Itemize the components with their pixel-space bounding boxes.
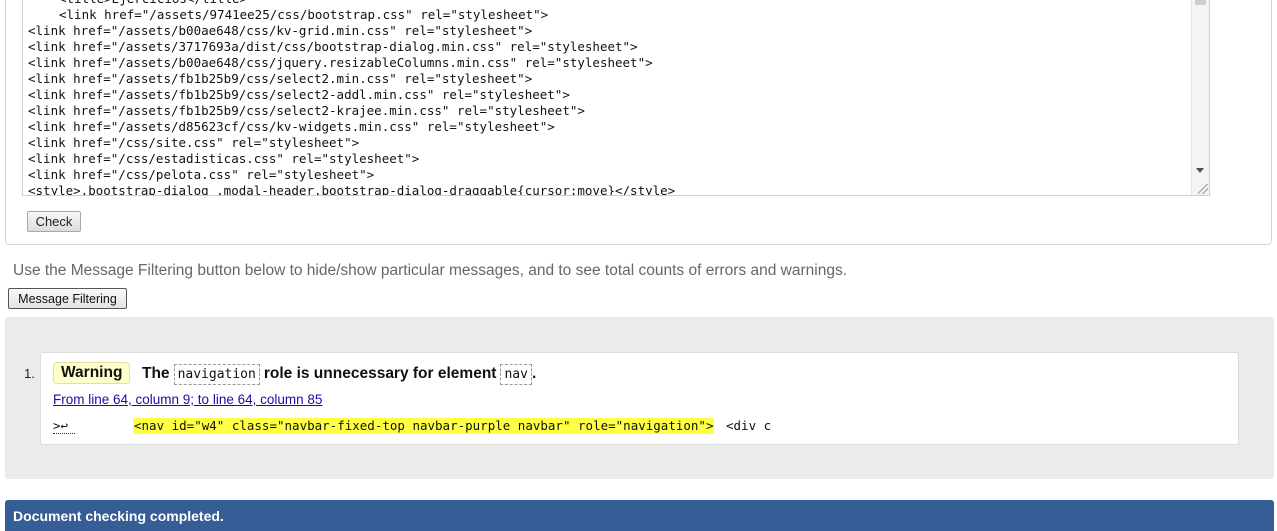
status-text: Document checking completed. — [13, 507, 224, 524]
check-button[interactable]: Check — [27, 211, 81, 232]
status-bar: Document checking completed. — [5, 500, 1274, 531]
source-line: <link href="/assets/9741ee25/css/bootstr… — [59, 7, 549, 22]
source-line: <link href="/assets/fb1b25b9/css/select2… — [28, 103, 585, 118]
code-element-token: nav — [500, 363, 532, 385]
location-link[interactable]: From line 64, column 9; to line 64, colu… — [53, 392, 322, 407]
message-text-suffix: . — [531, 365, 537, 382]
filter-help-text: Use the Message Filtering button below t… — [13, 262, 848, 279]
source-line: <link href="/css/pelota.css" rel="styles… — [28, 167, 375, 182]
message-text-middle: role is unnecessary for element — [263, 365, 497, 382]
scroll-down-arrow-icon[interactable] — [1196, 168, 1204, 173]
warning-badge: Warning — [53, 362, 131, 384]
source-line: <link href="/assets/fb1b25b9/css/select2… — [28, 71, 533, 86]
source-line: <link href="/assets/3717693a/dist/css/bo… — [28, 39, 638, 54]
resize-grip-icon[interactable] — [1198, 184, 1208, 194]
source-line: <style>.bootstrap-dialog .modal-header.b… — [28, 183, 676, 196]
source-line: <link href="/css/estadisticas.css" rel="… — [28, 151, 420, 166]
extract-prefix: >↩ — [53, 418, 75, 434]
source-line: <link href="/css/site.css" rel="styleshe… — [28, 135, 360, 150]
source-code[interactable]: <title>Ejercicios</title><link href="/as… — [28, 0, 1189, 196]
source-line: <link href="/assets/b00ae648/css/kv-grid… — [28, 23, 533, 38]
scroll-thumb[interactable] — [1195, 0, 1206, 5]
source-line: <link href="/assets/b00ae648/css/jquery.… — [28, 55, 653, 70]
extract-after: <div c — [726, 418, 772, 433]
source-line: <link href="/assets/fb1b25b9/css/select2… — [28, 87, 570, 102]
code-role-token: navigation — [173, 363, 260, 385]
message-text-prefix: The — [142, 365, 170, 382]
extract-highlight: <nav id="w4" class="navbar-fixed-top nav… — [133, 418, 715, 434]
source-textarea[interactable]: <title>Ejercicios</title><link href="/as… — [22, 0, 1210, 196]
message-number: 1. — [24, 366, 35, 381]
vertical-scrollbar[interactable] — [1191, 0, 1209, 195]
source-line: <title>Ejercicios</title> — [28, 0, 1189, 7]
source-line: <link href="/assets/d85623cf/css/kv-widg… — [28, 119, 555, 134]
message-text: The navigation role is unnecessary for e… — [142, 362, 536, 386]
message-filtering-button[interactable]: Message Filtering — [8, 288, 127, 309]
